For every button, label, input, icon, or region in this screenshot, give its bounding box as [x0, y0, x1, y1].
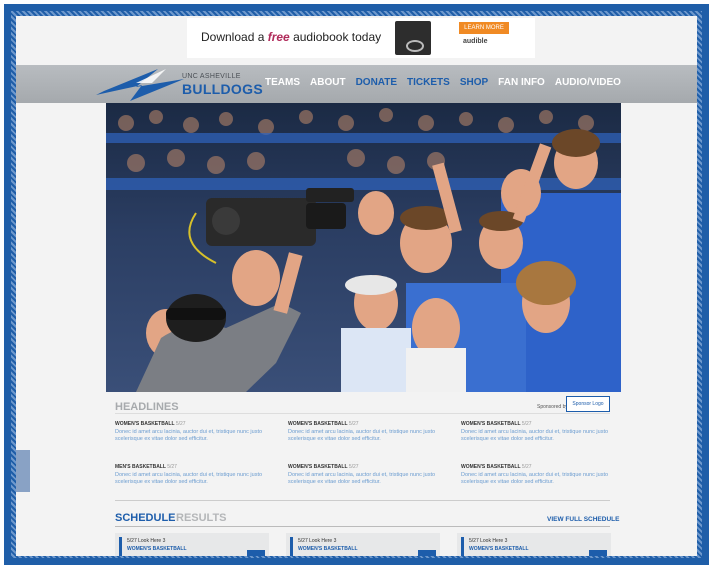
nav-audio-video[interactable]: AUDIO/VIDEO [555, 77, 621, 88]
headlines-title: HEADLINES [115, 401, 179, 413]
schedule-card-sport: WOMEN'S BASKETBALL [298, 546, 358, 552]
headline-text[interactable]: Donec id amet arcu lacinia, auctor dui e… [115, 429, 267, 443]
sponsor-logo[interactable]: Sponsor Logo [566, 396, 610, 412]
headline-category: WOMEN'S BASKETBALL [288, 464, 348, 470]
audio-device-icon [395, 21, 431, 55]
section-divider [115, 500, 610, 501]
hero-crowd-photo [106, 103, 621, 392]
headline-category: WOMEN'S BASKETBALL [115, 421, 175, 427]
tab-schedule[interactable]: SCHEDULE [115, 512, 176, 524]
headline-item[interactable]: WOMEN'S BASKETBALL 5/27 Donec id amet ar… [115, 421, 267, 443]
brand-subtitle: UNC ASHEVILLE [182, 73, 241, 80]
ad-text-before: Download a [201, 30, 268, 44]
schedule-card-flag [247, 550, 265, 556]
schedule-card-flag [418, 550, 436, 556]
headline-text[interactable]: Donec id amet arcu lacinia, auctor dui e… [288, 429, 440, 443]
schedule-card[interactable]: 5/27 Look Here 3 WOMEN'S BASKETBALL [286, 533, 440, 556]
schedule-card-sport: WOMEN'S BASKETBALL [127, 546, 187, 552]
schedule-card-accent [119, 537, 122, 556]
schedule-card[interactable]: 5/27 Look Here 3 WOMEN'S BASKETBALL [115, 533, 269, 556]
headline-date: 5/27 [167, 464, 177, 470]
sponsored-by-label: Sponsored by [537, 404, 568, 410]
ad-banner[interactable]: Download a free audiobook today LEARN MO… [187, 18, 535, 58]
ad-text-after: audiobook today [289, 30, 382, 44]
headlines-divider [115, 413, 610, 414]
headline-text[interactable]: Donec id amet arcu lacinia, auctor dui e… [461, 429, 613, 443]
headline-date: 5/27 [175, 421, 186, 427]
schedule-card[interactable]: 5/27 Look Here 3 WOMEN'S BASKETBALL [457, 533, 611, 556]
headline-category: WOMEN'S BASKETBALL [461, 421, 521, 427]
bulldogs-logo-icon[interactable] [96, 65, 184, 101]
headline-item[interactable]: MEN'S BASKETBALL 5/27 Donec id amet arcu… [115, 464, 267, 486]
nav-menu: TEAMS ABOUT DONATE TICKETS SHOP FAN INFO… [265, 77, 621, 88]
side-tab [16, 450, 30, 492]
brand-title[interactable]: BULLDOGS [182, 81, 263, 97]
headline-category: WOMEN'S BASKETBALL [288, 421, 348, 427]
tab-results[interactable]: RESULTS [176, 512, 227, 524]
schedule-card-sport: WOMEN'S BASKETBALL [469, 546, 529, 552]
schedule-card-date: 5/27 Look Here 3 [127, 538, 166, 544]
headline-text[interactable]: Donec id amet arcu lacinia, auctor dui e… [115, 472, 267, 486]
headline-date: 5/27 [348, 421, 359, 427]
schedule-card-accent [461, 537, 464, 556]
schedule-card-flag [589, 550, 607, 556]
nav-tickets[interactable]: TICKETS [407, 77, 450, 88]
nav-fan-info[interactable]: FAN INFO [498, 77, 545, 88]
view-full-schedule-link[interactable]: VIEW FULL SCHEDULE [547, 516, 619, 523]
nav-about[interactable]: ABOUT [310, 77, 346, 88]
headline-date: 5/27 [521, 464, 532, 470]
headline-text[interactable]: Donec id amet arcu lacinia, auctor dui e… [288, 472, 440, 486]
headline-category: MEN'S BASKETBALL [115, 464, 166, 470]
headline-item[interactable]: WOMEN'S BASKETBALL 5/27 Donec id amet ar… [461, 464, 613, 486]
schedule-card-date: 5/27 Look Here 3 [469, 538, 508, 544]
headline-category: WOMEN'S BASKETBALL [461, 464, 521, 470]
ad-text: Download a free audiobook today [201, 30, 381, 44]
headline-item[interactable]: WOMEN'S BASKETBALL 5/27 Donec id amet ar… [288, 421, 440, 443]
headline-item[interactable]: WOMEN'S BASKETBALL 5/27 Donec id amet ar… [288, 464, 440, 486]
main-navbar: UNC ASHEVILLE BULLDOGS TEAMS ABOUT DONAT… [16, 65, 697, 103]
audible-logo: audible [463, 38, 488, 45]
page-viewport: Download a free audiobook today LEARN MO… [16, 16, 697, 556]
headline-text[interactable]: Donec id amet arcu lacinia, auctor dui e… [461, 472, 613, 486]
schedule-divider [115, 526, 610, 527]
nav-teams[interactable]: TEAMS [265, 77, 300, 88]
headline-date: 5/27 [521, 421, 532, 427]
nav-shop[interactable]: SHOP [460, 77, 488, 88]
headline-date: 5/27 [348, 464, 359, 470]
ad-text-free: free [267, 30, 290, 44]
schedule-card-accent [290, 537, 293, 556]
schedule-card-date: 5/27 Look Here 3 [298, 538, 337, 544]
learn-more-button[interactable]: LEARN MORE [459, 22, 509, 34]
headline-item[interactable]: WOMEN'S BASKETBALL 5/27 Donec id amet ar… [461, 421, 613, 443]
nav-donate[interactable]: DONATE [356, 77, 397, 88]
